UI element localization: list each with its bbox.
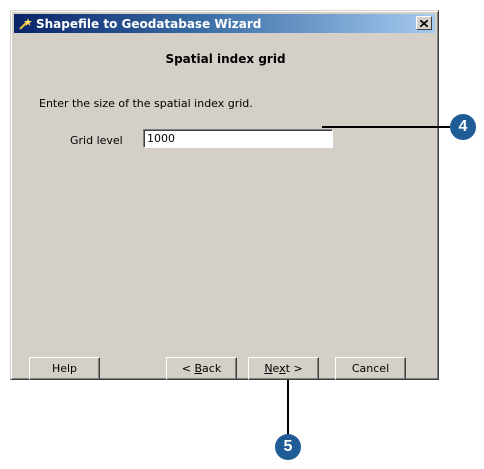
grid-level-input[interactable] [143, 129, 333, 148]
next-button-rest: t > [285, 362, 303, 375]
wand-icon [19, 17, 32, 30]
title-bar[interactable]: Shapefile to Geodatabase Wizard [14, 14, 435, 33]
instruction-text: Enter the size of the spatial index grid… [39, 97, 253, 110]
help-button[interactable]: Help [29, 357, 100, 380]
cancel-button-label: Cancel [351, 362, 390, 375]
back-button-mnemonic: B [194, 362, 203, 375]
callout-step-4: 4 [450, 114, 476, 140]
callout-4-leader-line [322, 126, 450, 128]
wizard-dialog: Shapefile to Geodatabase Wizard Spatial … [10, 10, 439, 380]
back-button-prefix: < [181, 362, 195, 375]
close-button[interactable] [416, 16, 432, 30]
callout-step-5: 5 [275, 434, 301, 460]
back-button-rest: ack [202, 362, 222, 375]
help-button-label: Help [51, 362, 78, 375]
callout-5-leader-line [287, 380, 289, 435]
window-title: Shapefile to Geodatabase Wizard [36, 16, 262, 31]
back-button[interactable]: < Back [166, 357, 237, 380]
close-icon [420, 19, 428, 27]
next-button-mnemonic: N [264, 362, 273, 375]
grid-level-label: Grid level [70, 134, 123, 147]
page-heading: Spatial index grid [165, 52, 286, 66]
cancel-button[interactable]: Cancel [335, 357, 406, 380]
next-button[interactable]: Next > [248, 357, 319, 380]
